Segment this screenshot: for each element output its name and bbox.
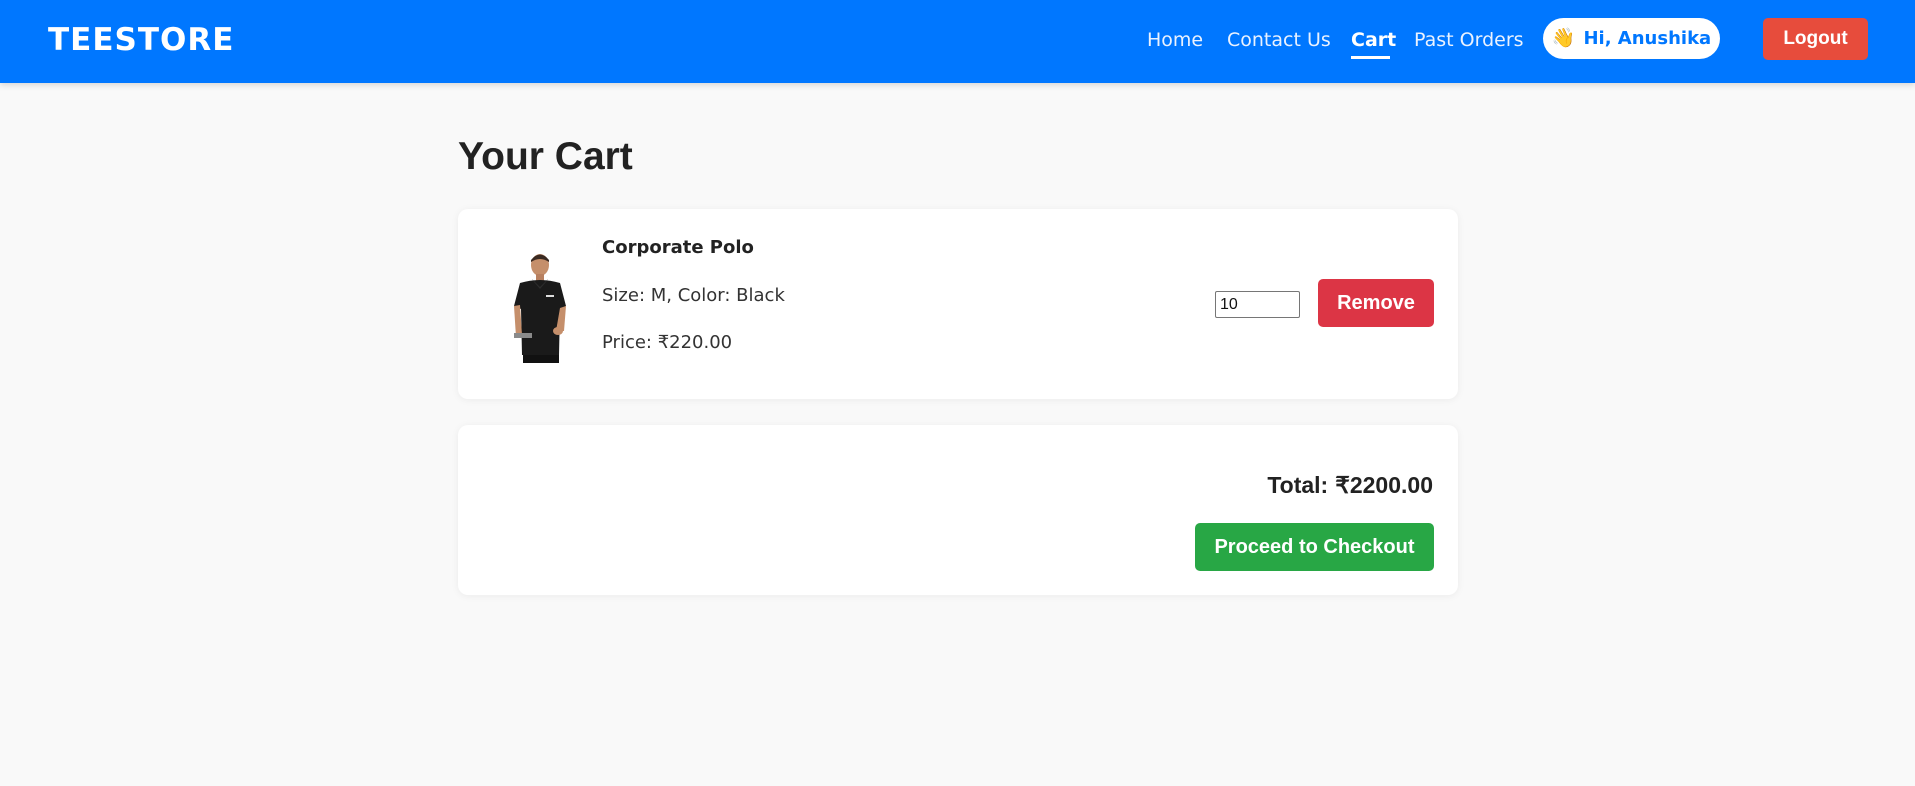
page-title: Your Cart — [458, 135, 633, 178]
nav-link-home[interactable]: Home — [1147, 29, 1227, 51]
quantity-input[interactable] — [1215, 291, 1300, 318]
total-label: Total: — [1267, 472, 1329, 498]
product-variant: Size: M, Color: Black — [602, 285, 785, 306]
user-greeting-text: Hi, Anushika — [1583, 28, 1712, 49]
nav-links: Home Contact Us Cart Past Orders — [1147, 29, 1534, 59]
user-greeting-badge: 👋 Hi, Anushika — [1543, 18, 1720, 59]
product-image — [514, 254, 566, 363]
nav-link-cart[interactable]: Cart — [1351, 29, 1414, 59]
cart-summary-card: Total: ₹2200.00 Proceed to Checkout — [458, 425, 1458, 595]
cart-total: Total: ₹2200.00 — [1267, 472, 1433, 499]
total-value: ₹2200.00 — [1335, 472, 1433, 498]
logout-button[interactable]: Logout — [1763, 18, 1868, 60]
brand-logo[interactable]: TEESTORE — [48, 22, 234, 58]
top-navbar: TEESTORE Home Contact Us Cart Past Order… — [0, 0, 1915, 83]
nav-link-contact-us[interactable]: Contact Us — [1227, 29, 1351, 51]
waving-hand-icon: 👋 — [1551, 27, 1576, 49]
proceed-to-checkout-button[interactable]: Proceed to Checkout — [1195, 523, 1434, 571]
product-name[interactable]: Corporate Polo — [602, 237, 754, 258]
remove-item-button[interactable]: Remove — [1318, 279, 1434, 327]
product-price: Price: ₹220.00 — [602, 332, 733, 353]
cart-item-card: Corporate Polo Size: M, Color: Black Pri… — [458, 209, 1458, 399]
nav-link-past-orders[interactable]: Past Orders — [1414, 29, 1534, 51]
